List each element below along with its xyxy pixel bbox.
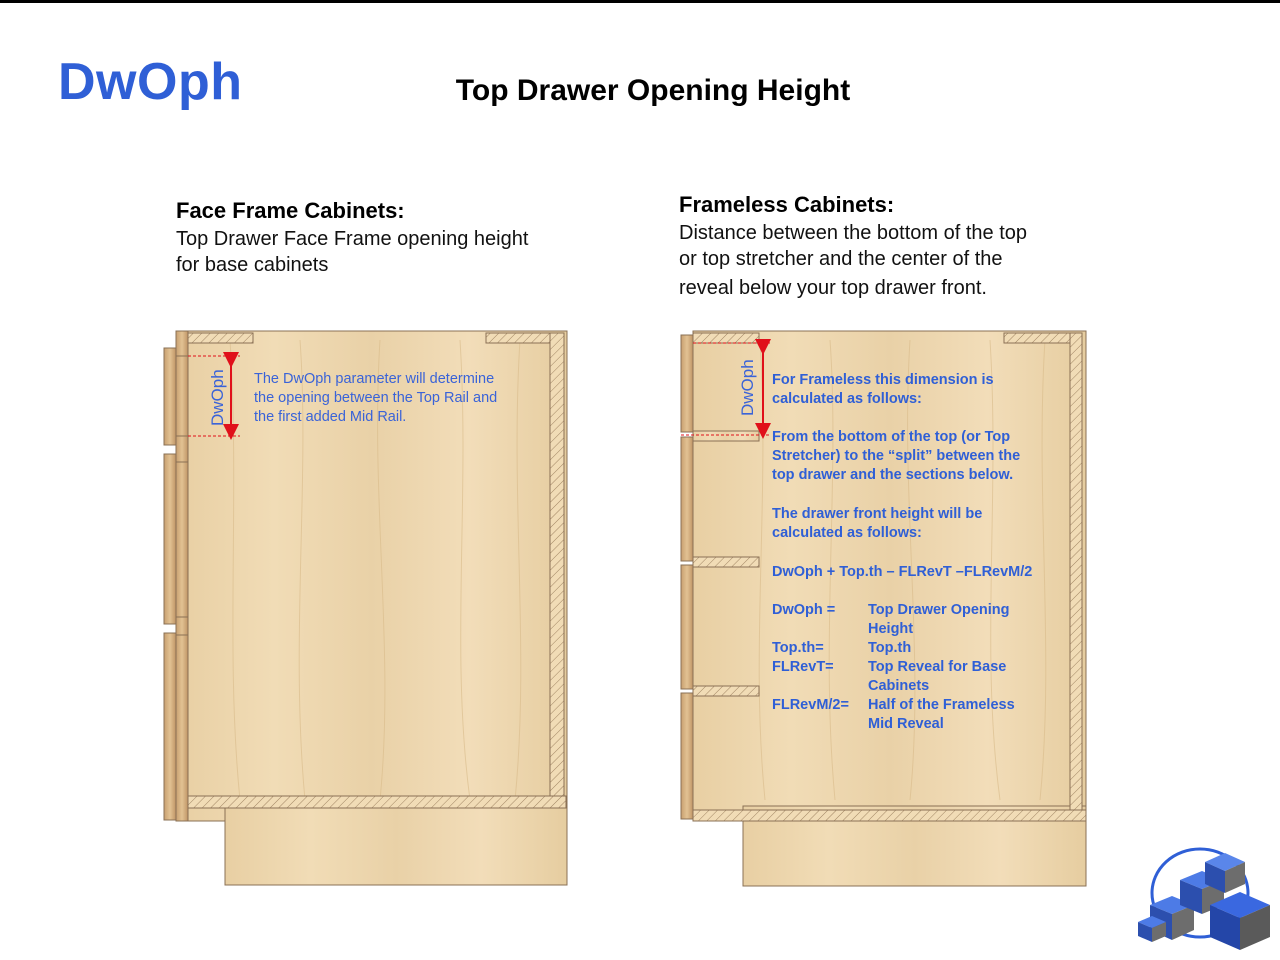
definition-row: FLRevT= Top Reveal for Base Cabinets: [772, 658, 1072, 696]
definition-value: Top.th: [868, 639, 911, 658]
definition-line: Mid Reveal: [868, 716, 944, 732]
frameless-formula: DwOph + Top.th – FLRevT –FLRevM/2: [772, 564, 1033, 580]
shelf: [692, 556, 760, 568]
top-stretcher-front: [187, 332, 254, 344]
frameless-dimension-label: DwOph: [738, 359, 757, 416]
definition-line: Top Reveal for Base: [868, 659, 1007, 675]
middle-drawer-front: [680, 436, 694, 562]
definition-line: Half of the Frameless: [868, 697, 1015, 713]
definition-row: Top.th= Top.th: [772, 639, 1072, 658]
frameless-front-height-intro: The drawer front height will be calculat…: [772, 505, 982, 543]
definitions-list: DwOph = Top Drawer Opening Height Top.th…: [772, 601, 1072, 734]
face-frame-stile: [175, 330, 189, 822]
note-line: For Frameless this dimension is: [772, 372, 994, 388]
definition-row: FLRevM/2= Half of the Frameless Mid Reve…: [772, 696, 1072, 734]
definition-term: FLRevT=: [772, 659, 834, 675]
back-panel: [1069, 332, 1083, 814]
mid-rail: [175, 435, 189, 463]
face-frame-note: The DwOph parameter will determine the o…: [254, 370, 497, 427]
note-line: top drawer and the sections below.: [772, 467, 1014, 483]
note-line: the opening between the Top Rail and: [254, 390, 498, 406]
definition-line: Top Drawer Opening: [868, 602, 1010, 618]
middle-drawer-front: [163, 453, 177, 625]
definition-term: FLRevM/2=: [772, 697, 849, 713]
cabinet-bottom: [692, 809, 1087, 822]
cubes-logo-icon: [1138, 847, 1270, 950]
shelf: [692, 685, 760, 697]
definition-value: Top Reveal for Base Cabinets: [868, 658, 1006, 696]
cabinet-diagrams: [163, 330, 1270, 950]
top-stretcher-front: [692, 332, 760, 344]
frameless-calc-intro: For Frameless this dimension is calculat…: [772, 371, 994, 409]
bottom-drawer-front: [163, 632, 177, 821]
definition-line: Top.th: [868, 640, 912, 656]
note-line: Stretcher) to the “split” between the: [772, 448, 1021, 464]
definition-value: Top Drawer Opening Height: [868, 601, 1010, 639]
top-stretcher-back: [485, 332, 551, 344]
back-panel: [549, 332, 565, 800]
note-line: calculated as follows:: [772, 391, 922, 407]
note-line: the first added Mid Rail.: [254, 409, 407, 425]
cabinet-bottom: [187, 795, 567, 809]
top-drawer-front: [163, 347, 177, 446]
note-line: The DwOph parameter will determine: [254, 371, 495, 387]
top-drawer-front: [680, 334, 694, 433]
definition-line: Cabinets: [868, 678, 930, 694]
definition-term: Top.th=: [772, 640, 824, 656]
toe-kick-base: [224, 805, 568, 886]
frameless-split-explanation: From the bottom of the top (or Top Stret…: [772, 428, 1020, 485]
definition-line: Height: [868, 621, 914, 637]
definition-row: DwOph = Top Drawer Opening Height: [772, 601, 1072, 639]
top-stretcher-back: [1003, 332, 1071, 344]
note-line: calculated as follows:: [772, 525, 922, 541]
face-frame-dimension-label: DwOph: [208, 369, 227, 426]
drawer-split-line: [692, 430, 760, 442]
definition-value: Half of the Frameless Mid Reveal: [868, 696, 1015, 734]
definition-term: DwOph =: [772, 602, 836, 618]
top-rail: [175, 330, 189, 357]
lower-drawer-front: [680, 564, 694, 690]
note-line: From the bottom of the top (or Top: [772, 429, 1011, 445]
mid-rail: [175, 616, 189, 636]
bottom-drawer-front: [680, 692, 694, 820]
note-line: The drawer front height will be: [772, 506, 983, 522]
